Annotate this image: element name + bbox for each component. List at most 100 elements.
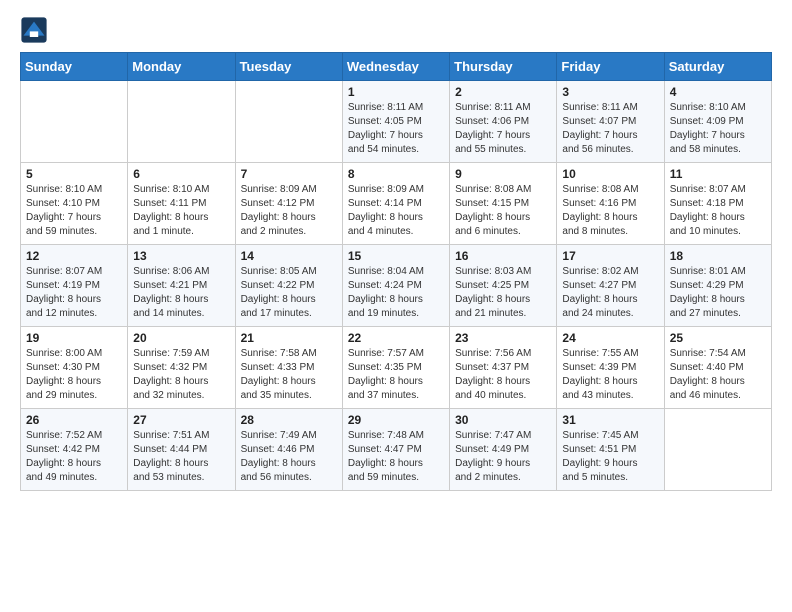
day-number: 17 bbox=[562, 249, 658, 263]
calendar-cell: 3Sunrise: 8:11 AM Sunset: 4:07 PM Daylig… bbox=[557, 81, 664, 163]
calendar-cell: 8 Sunrise: 8:09 AM Sunset: 4:14 PM Daylig… bbox=[342, 163, 449, 245]
calendar-week-3: 12 Sunrise: 8:07 AM Sunset: 4:19 PM Dayli… bbox=[21, 245, 772, 327]
day-number: 15 bbox=[348, 249, 444, 263]
calendar-cell: 31 Sunrise: 7:45 AM Sunset: 4:51 PM Dayli… bbox=[557, 409, 664, 491]
calendar-cell bbox=[128, 81, 235, 163]
day-number: 6 bbox=[133, 167, 229, 181]
day-number: 27 bbox=[133, 413, 229, 427]
day-number: 12 bbox=[26, 249, 122, 263]
day-number: 25 bbox=[670, 331, 766, 345]
day-info: Sunrise: 8:03 AM Sunset: 4:25 PM Dayligh… bbox=[455, 265, 551, 321]
calendar-cell: 26Sunrise: 7:52 AM Sunset: 4:42 PM Dayli… bbox=[21, 409, 128, 491]
day-info: Sunrise: 7:48 AM Sunset: 4:47 PM Dayligh… bbox=[348, 429, 444, 485]
calendar-cell: 4 Sunrise: 8:10 AM Sunset: 4:09 PM Daylig… bbox=[664, 81, 771, 163]
calendar-cell: 28 Sunrise: 7:49 AM Sunset: 4:46 PM Dayli… bbox=[235, 409, 342, 491]
day-number: 10 bbox=[562, 167, 658, 181]
day-info: Sunrise: 7:51 AM Sunset: 4:44 PM Dayligh… bbox=[133, 429, 229, 485]
calendar-header: SundayMondayTuesdayWednesdayThursdayFrid… bbox=[21, 53, 772, 81]
calendar-cell: 18Sunrise: 8:01 AM Sunset: 4:29 PM Dayli… bbox=[664, 245, 771, 327]
day-info: Sunrise: 8:08 AM Sunset: 4:16 PM Dayligh… bbox=[562, 183, 658, 239]
calendar-cell bbox=[664, 409, 771, 491]
calendar-cell: 2Sunrise: 8:11 AM Sunset: 4:06 PM Daylig… bbox=[450, 81, 557, 163]
day-info: Sunrise: 8:11 AM Sunset: 4:06 PM Dayligh… bbox=[455, 101, 551, 157]
calendar-cell: 11 Sunrise: 8:07 AM Sunset: 4:18 PM Dayli… bbox=[664, 163, 771, 245]
day-info: Sunrise: 7:49 AM Sunset: 4:46 PM Dayligh… bbox=[241, 429, 337, 485]
calendar-cell: 1Sunrise: 8:11 AM Sunset: 4:05 PM Daylig… bbox=[342, 81, 449, 163]
day-number: 9 bbox=[455, 167, 551, 181]
day-number: 7 bbox=[241, 167, 337, 181]
weekday-header-monday: Monday bbox=[128, 53, 235, 81]
day-info: Sunrise: 8:11 AM Sunset: 4:05 PM Dayligh… bbox=[348, 101, 444, 157]
calendar-cell: 15 Sunrise: 8:04 AM Sunset: 4:24 PM Dayli… bbox=[342, 245, 449, 327]
day-number: 22 bbox=[348, 331, 444, 345]
logo bbox=[20, 16, 52, 44]
day-number: 16 bbox=[455, 249, 551, 263]
calendar-week-4: 19Sunrise: 8:00 AM Sunset: 4:30 PM Dayli… bbox=[21, 327, 772, 409]
calendar-week-2: 5 Sunrise: 8:10 AM Sunset: 4:10 PM Daylig… bbox=[21, 163, 772, 245]
day-info: Sunrise: 8:08 AM Sunset: 4:15 PM Dayligh… bbox=[455, 183, 551, 239]
day-info: Sunrise: 8:10 AM Sunset: 4:11 PM Dayligh… bbox=[133, 183, 229, 239]
day-number: 23 bbox=[455, 331, 551, 345]
calendar-cell: 30 Sunrise: 7:47 AM Sunset: 4:49 PM Dayli… bbox=[450, 409, 557, 491]
calendar-cell: 9 Sunrise: 8:08 AM Sunset: 4:15 PM Daylig… bbox=[450, 163, 557, 245]
calendar-cell bbox=[235, 81, 342, 163]
weekday-header-row: SundayMondayTuesdayWednesdayThursdayFrid… bbox=[21, 53, 772, 81]
day-number: 26 bbox=[26, 413, 122, 427]
day-number: 20 bbox=[133, 331, 229, 345]
day-number: 19 bbox=[26, 331, 122, 345]
day-number: 21 bbox=[241, 331, 337, 345]
calendar-cell: 10 Sunrise: 8:08 AM Sunset: 4:16 PM Dayli… bbox=[557, 163, 664, 245]
calendar-cell: 5 Sunrise: 8:10 AM Sunset: 4:10 PM Daylig… bbox=[21, 163, 128, 245]
calendar-body: 1Sunrise: 8:11 AM Sunset: 4:05 PM Daylig… bbox=[21, 81, 772, 491]
header bbox=[20, 16, 772, 44]
day-info: Sunrise: 7:59 AM Sunset: 4:32 PM Dayligh… bbox=[133, 347, 229, 403]
day-info: Sunrise: 8:06 AM Sunset: 4:21 PM Dayligh… bbox=[133, 265, 229, 321]
logo-icon bbox=[20, 16, 48, 44]
day-info: Sunrise: 7:47 AM Sunset: 4:49 PM Dayligh… bbox=[455, 429, 551, 485]
day-number: 30 bbox=[455, 413, 551, 427]
day-number: 8 bbox=[348, 167, 444, 181]
calendar-cell: 17 Sunrise: 8:02 AM Sunset: 4:27 PM Dayli… bbox=[557, 245, 664, 327]
calendar-cell: 25 Sunrise: 7:54 AM Sunset: 4:40 PM Dayli… bbox=[664, 327, 771, 409]
day-info: Sunrise: 8:10 AM Sunset: 4:10 PM Dayligh… bbox=[26, 183, 122, 239]
day-number: 28 bbox=[241, 413, 337, 427]
day-info: Sunrise: 7:45 AM Sunset: 4:51 PM Dayligh… bbox=[562, 429, 658, 485]
day-number: 24 bbox=[562, 331, 658, 345]
day-number: 13 bbox=[133, 249, 229, 263]
day-info: Sunrise: 8:07 AM Sunset: 4:19 PM Dayligh… bbox=[26, 265, 122, 321]
day-info: Sunrise: 8:09 AM Sunset: 4:12 PM Dayligh… bbox=[241, 183, 337, 239]
calendar-cell bbox=[21, 81, 128, 163]
weekday-header-tuesday: Tuesday bbox=[235, 53, 342, 81]
calendar-table: SundayMondayTuesdayWednesdayThursdayFrid… bbox=[20, 52, 772, 491]
day-number: 29 bbox=[348, 413, 444, 427]
calendar-cell: 24Sunrise: 7:55 AM Sunset: 4:39 PM Dayli… bbox=[557, 327, 664, 409]
day-number: 18 bbox=[670, 249, 766, 263]
day-info: Sunrise: 8:04 AM Sunset: 4:24 PM Dayligh… bbox=[348, 265, 444, 321]
day-info: Sunrise: 8:07 AM Sunset: 4:18 PM Dayligh… bbox=[670, 183, 766, 239]
weekday-header-sunday: Sunday bbox=[21, 53, 128, 81]
day-number: 11 bbox=[670, 167, 766, 181]
day-number: 4 bbox=[670, 85, 766, 99]
calendar-week-5: 26Sunrise: 7:52 AM Sunset: 4:42 PM Dayli… bbox=[21, 409, 772, 491]
day-info: Sunrise: 7:57 AM Sunset: 4:35 PM Dayligh… bbox=[348, 347, 444, 403]
day-info: Sunrise: 8:10 AM Sunset: 4:09 PM Dayligh… bbox=[670, 101, 766, 157]
calendar-cell: 19Sunrise: 8:00 AM Sunset: 4:30 PM Dayli… bbox=[21, 327, 128, 409]
calendar-cell: 6 Sunrise: 8:10 AM Sunset: 4:11 PM Daylig… bbox=[128, 163, 235, 245]
weekday-header-saturday: Saturday bbox=[664, 53, 771, 81]
day-info: Sunrise: 7:56 AM Sunset: 4:37 PM Dayligh… bbox=[455, 347, 551, 403]
weekday-header-thursday: Thursday bbox=[450, 53, 557, 81]
day-info: Sunrise: 8:05 AM Sunset: 4:22 PM Dayligh… bbox=[241, 265, 337, 321]
calendar-cell: 21 Sunrise: 7:58 AM Sunset: 4:33 PM Dayli… bbox=[235, 327, 342, 409]
day-info: Sunrise: 7:58 AM Sunset: 4:33 PM Dayligh… bbox=[241, 347, 337, 403]
calendar-cell: 23 Sunrise: 7:56 AM Sunset: 4:37 PM Dayli… bbox=[450, 327, 557, 409]
day-info: Sunrise: 7:54 AM Sunset: 4:40 PM Dayligh… bbox=[670, 347, 766, 403]
day-info: Sunrise: 8:09 AM Sunset: 4:14 PM Dayligh… bbox=[348, 183, 444, 239]
calendar-cell: 22 Sunrise: 7:57 AM Sunset: 4:35 PM Dayli… bbox=[342, 327, 449, 409]
day-number: 31 bbox=[562, 413, 658, 427]
calendar-cell: 7 Sunrise: 8:09 AM Sunset: 4:12 PM Daylig… bbox=[235, 163, 342, 245]
day-number: 3 bbox=[562, 85, 658, 99]
day-info: Sunrise: 8:02 AM Sunset: 4:27 PM Dayligh… bbox=[562, 265, 658, 321]
day-number: 5 bbox=[26, 167, 122, 181]
calendar-container: SundayMondayTuesdayWednesdayThursdayFrid… bbox=[0, 0, 792, 501]
weekday-header-friday: Friday bbox=[557, 53, 664, 81]
